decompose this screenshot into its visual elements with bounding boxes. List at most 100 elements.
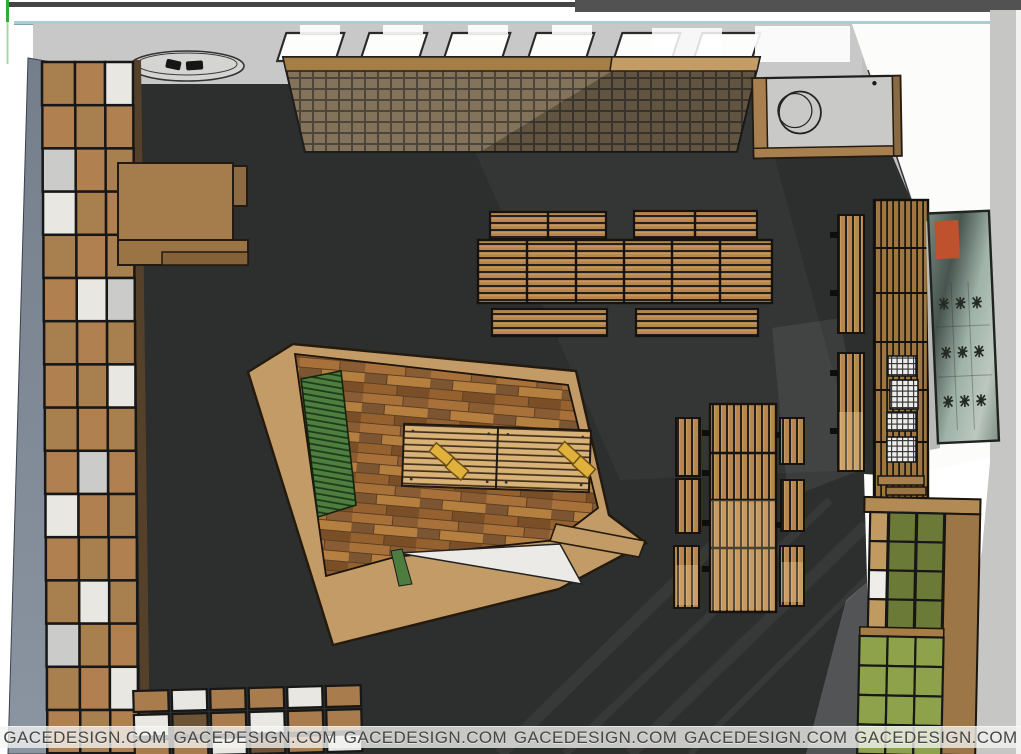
wood-lattice-screen bbox=[283, 57, 760, 152]
shelf-cell-light-olive bbox=[887, 636, 916, 666]
reading-table-group-vertical bbox=[674, 404, 804, 612]
bookshelf-cell bbox=[75, 62, 105, 105]
bookshelf-cell bbox=[78, 451, 108, 494]
shelf-cell-olive bbox=[870, 512, 889, 541]
bookshelf-cell bbox=[78, 408, 108, 451]
watermark-text: GACEDESIGN.COM bbox=[170, 728, 340, 748]
wall-poster bbox=[926, 211, 999, 450]
bookshelf-cell bbox=[43, 235, 76, 278]
bookshelf-cell bbox=[47, 667, 80, 710]
poster-orange-block bbox=[934, 220, 960, 259]
watermark-text: GACEDESIGN.COM bbox=[340, 728, 510, 748]
bookshelf-cell bbox=[43, 192, 76, 235]
oval-reception-table bbox=[130, 51, 244, 81]
bookshelf-cell bbox=[42, 105, 75, 148]
shelf-cell-olive bbox=[888, 541, 916, 571]
bookshelf-cell bbox=[109, 580, 137, 623]
bookshelf-cell bbox=[80, 624, 110, 667]
shelf-cell-olive bbox=[868, 599, 887, 628]
bookshelf-cell bbox=[42, 62, 75, 105]
mesh-basket bbox=[887, 412, 916, 431]
shelf-cell-olive bbox=[917, 513, 945, 543]
service-desk bbox=[118, 163, 248, 265]
shelf-cell-olive bbox=[887, 599, 915, 629]
watermark-text: GACEDESIGN.COM bbox=[681, 728, 851, 748]
bookshelf-cell bbox=[79, 494, 109, 537]
bench bbox=[676, 418, 700, 476]
mesh-basket bbox=[888, 356, 916, 376]
top-bar-right bbox=[575, 0, 1021, 12]
screen-top-rail-right bbox=[610, 57, 760, 71]
bookshelf-cell bbox=[107, 278, 135, 321]
bench bbox=[780, 418, 804, 464]
bookshelf-cell bbox=[79, 537, 109, 580]
bench bbox=[636, 309, 758, 336]
bookshelf-cell bbox=[44, 321, 77, 364]
display-box bbox=[326, 685, 362, 707]
shelf-cell-olive bbox=[915, 571, 943, 601]
bookshelf-cell bbox=[44, 364, 77, 407]
bookshelf-cell bbox=[76, 235, 106, 278]
bench bbox=[676, 479, 700, 533]
bookshelf-cell bbox=[105, 105, 133, 148]
platform-low-table bbox=[402, 424, 591, 492]
shelf-cell-olive bbox=[869, 541, 888, 570]
shelf-cell-olive bbox=[887, 570, 915, 600]
mesh-basket bbox=[887, 437, 916, 462]
bookshelf-cell bbox=[77, 278, 107, 321]
shelf-cell-light-olive bbox=[886, 695, 915, 725]
bookshelf-cell bbox=[46, 494, 79, 537]
bookshelf-cell bbox=[77, 321, 107, 364]
interior-render bbox=[0, 0, 1021, 754]
mesh-basket bbox=[890, 380, 918, 409]
shelf-cell-olive bbox=[915, 600, 943, 630]
slatted-wall-console bbox=[874, 200, 928, 498]
shelf-cell-olive bbox=[916, 542, 944, 572]
bookshelf-cell bbox=[79, 580, 109, 623]
screen-top-rail-left bbox=[283, 57, 612, 71]
bookshelf-cell bbox=[110, 624, 138, 667]
bookshelf-cell bbox=[43, 148, 76, 191]
watermark-text: GACEDESIGN.COM bbox=[851, 728, 1021, 748]
display-box bbox=[287, 686, 323, 708]
bookshelf-cell bbox=[45, 451, 78, 494]
shelf-side-panel bbox=[940, 514, 980, 754]
bookshelf-cell bbox=[47, 624, 80, 667]
bookshelf-cell bbox=[75, 105, 105, 148]
bookshelf-cell bbox=[44, 278, 77, 321]
shelf-cell-light-olive bbox=[858, 695, 887, 725]
watermark-text: GACEDESIGN.COM bbox=[511, 728, 681, 748]
render-viewport: GACEDESIGN.COMGACEDESIGN.COMGACEDESIGN.C… bbox=[0, 0, 1021, 754]
bookshelf-cell bbox=[76, 192, 106, 235]
bookshelf-cell bbox=[109, 537, 137, 580]
shelf-cell-light-olive bbox=[859, 636, 888, 666]
shelf-cell-olive bbox=[889, 512, 917, 542]
sketchup-green-axis bbox=[6, 0, 9, 22]
top-bar-left bbox=[8, 2, 575, 7]
wall-bench bbox=[838, 215, 864, 333]
display-box bbox=[249, 687, 285, 709]
shelf-cell-light-olive bbox=[886, 666, 915, 696]
watermark-band: GACEDESIGN.COMGACEDESIGN.COMGACEDESIGN.C… bbox=[0, 726, 1021, 748]
display-box bbox=[210, 688, 246, 710]
bookshelf-cell bbox=[80, 667, 110, 710]
bookshelf-cell bbox=[46, 537, 79, 580]
bookshelf-cell bbox=[77, 364, 107, 407]
corner-green-shelf bbox=[857, 497, 980, 754]
display-box bbox=[172, 689, 208, 711]
bookshelf-cell bbox=[46, 580, 79, 623]
bookshelf-cell bbox=[107, 364, 135, 407]
washbasin-counter bbox=[752, 76, 901, 159]
bookshelf-cell bbox=[108, 408, 136, 451]
display-box bbox=[133, 690, 169, 712]
bookshelf-cell bbox=[45, 408, 78, 451]
bench bbox=[781, 480, 804, 531]
skylight-glass-line bbox=[14, 21, 1014, 24]
bookshelf-cell bbox=[109, 494, 137, 537]
watermark-text: GACEDESIGN.COM bbox=[0, 728, 170, 748]
shelf-upper-cells bbox=[868, 512, 944, 630]
bench bbox=[492, 309, 607, 336]
shelf-cell-light-olive bbox=[914, 696, 943, 726]
table-prop bbox=[186, 60, 204, 70]
bookshelf-cell bbox=[107, 321, 135, 364]
